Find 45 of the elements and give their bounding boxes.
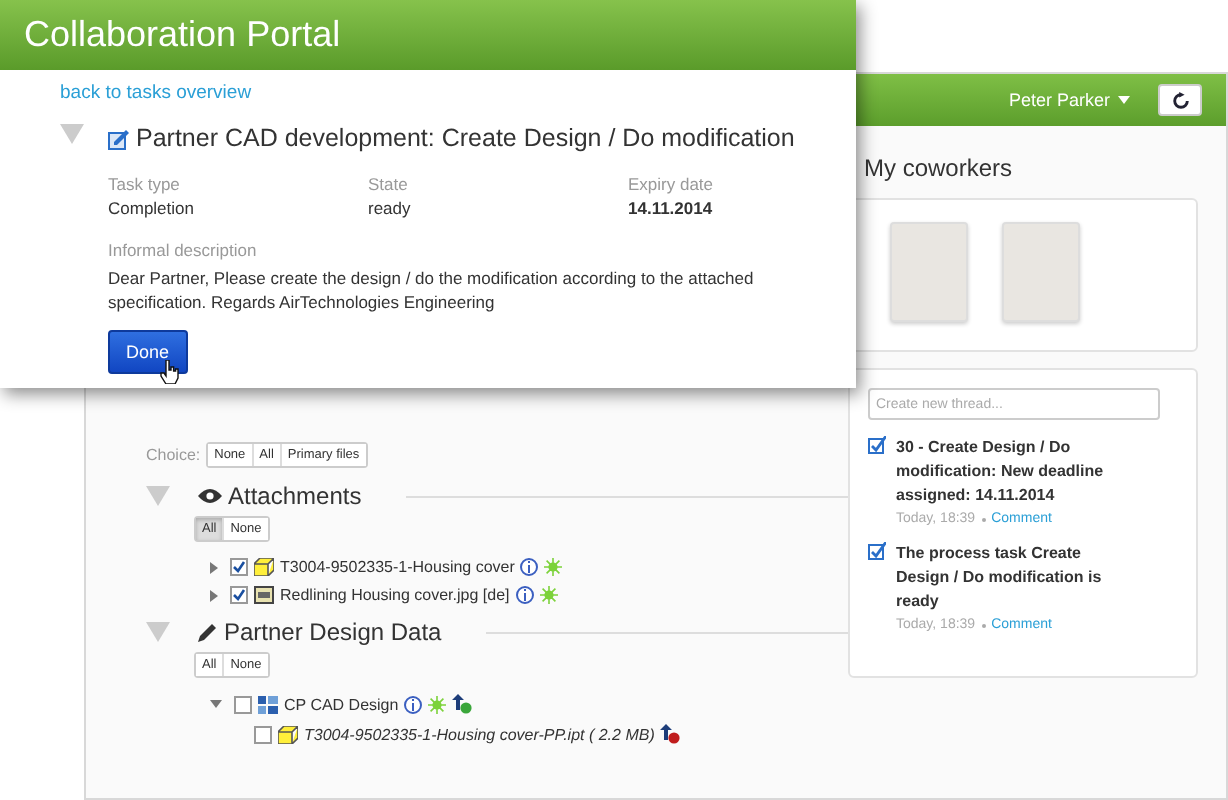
file-name: Redlining Housing cover.jpg [de] (280, 586, 510, 604)
tree-toggle[interactable] (210, 700, 222, 708)
cube-icon (254, 558, 274, 576)
separator-dot (981, 517, 986, 521)
task-title: Partner CAD development: Create Design / Do modification (136, 124, 795, 152)
refresh-button[interactable] (1158, 84, 1202, 116)
section-heading: My coworkers (862, 154, 1015, 182)
checkbox[interactable] (254, 725, 272, 743)
field-value: 14.11.2014 (628, 198, 715, 218)
file-name: T3004-9502335-1-Housing cover-PP.ipt ( 2.2 MB) (304, 725, 655, 743)
caret-icon (1118, 96, 1130, 104)
task-edit-icon (108, 127, 130, 149)
cube-icon (278, 725, 298, 743)
field-value: ready (368, 198, 413, 218)
section-title: Partner Design Data (224, 618, 442, 646)
section-title: Attachments (228, 482, 362, 510)
checkbox[interactable] (230, 558, 248, 576)
image-file-icon (254, 586, 274, 604)
post-text: The process task Create Design / Do modification is ready (896, 542, 1104, 614)
tree-toggle[interactable] (210, 561, 218, 573)
file-name: T3004-9502335-1-Housing cover (280, 558, 515, 576)
field-label: State (368, 174, 410, 194)
eye-icon (198, 488, 222, 504)
checkbox[interactable] (234, 695, 252, 713)
app-title: Collaboration Portal (24, 14, 341, 56)
post-text: 30 - Create Design / Do modification: New deadline assigned: 14.11.2014 (896, 436, 1106, 508)
checked-task-icon (868, 542, 886, 560)
field-label: Informal description (108, 240, 259, 260)
field-value: Completion (108, 198, 196, 218)
collapse-triangle[interactable] (146, 622, 170, 642)
separator-dot (981, 623, 986, 627)
checked-task-icon (868, 436, 886, 454)
choice-label: Choice: (146, 446, 201, 464)
description-text: Dear Partner, Please create the design / do the modification according to the attached specification. Regards AirTechnologies Engineering (108, 266, 756, 314)
field-label: Task type (108, 174, 182, 194)
blocks-icon (258, 695, 278, 713)
done-button[interactable]: Done (108, 330, 188, 374)
tree-toggle[interactable] (210, 589, 218, 601)
refresh-icon (1171, 91, 1189, 109)
checkbox[interactable] (230, 586, 248, 604)
collapse-triangle[interactable] (146, 486, 170, 506)
file-name: CP CAD Design (284, 695, 399, 713)
collapse-triangle[interactable] (60, 124, 84, 144)
field-label: Expiry date (628, 174, 716, 194)
pencil-icon (198, 622, 218, 642)
